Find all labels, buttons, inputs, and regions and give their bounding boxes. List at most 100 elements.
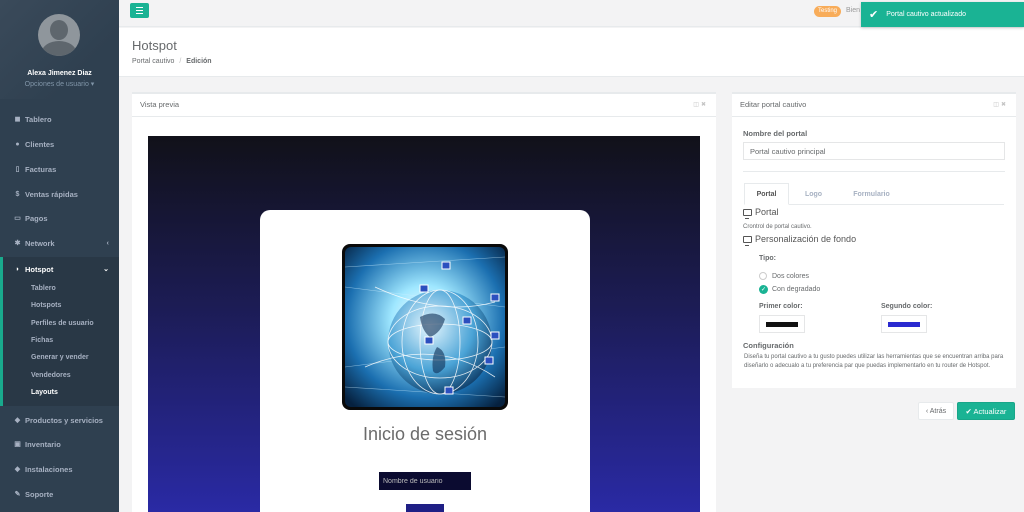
desktop-icon bbox=[743, 235, 752, 246]
status-badge: Testing bbox=[814, 6, 842, 17]
wrench-icon: ✎ bbox=[14, 491, 21, 498]
editor-tabs: Portal Logo Formulario bbox=[744, 183, 1004, 205]
sidebar-item-clientes[interactable]: ● Clientes bbox=[0, 132, 119, 156]
sidebar-item-label: Network bbox=[25, 238, 55, 248]
users-icon: ● bbox=[15, 140, 20, 148]
login-title: Inicio de sesión bbox=[362, 424, 488, 444]
sidebar-hotspot-group: ◗ Hotspot ⌄ Tablero Hotspots Perfiles de… bbox=[0, 257, 119, 406]
sidebar-item-instalaciones[interactable]: ◆ Instalaciones bbox=[0, 457, 119, 481]
preview-panel: Vista previa ◫✖ Inicio de sesión Nombre … bbox=[132, 92, 716, 512]
editor-panel: Editar portal cautivo ◫✖ Nombre del port… bbox=[732, 92, 1016, 388]
tab-formulario[interactable]: Formulario bbox=[839, 183, 904, 205]
success-toast[interactable]: ✔ Portal cautivo actualizado bbox=[861, 2, 1024, 27]
primary-color-label: Primer color: bbox=[759, 303, 803, 310]
profile-area: Alexa Jimenez Diaz Opciones de usuario ▾ bbox=[0, 0, 119, 99]
network-icon: ✱ bbox=[14, 240, 21, 247]
secondary-color-label: Segundo color: bbox=[881, 303, 933, 310]
breadcrumb-current: Edición bbox=[186, 58, 212, 65]
sidebar-item-network[interactable]: ✱ Network ‹ bbox=[0, 231, 119, 255]
chevron-down-icon: ⌄ bbox=[103, 266, 109, 273]
tag-icon: ◆ bbox=[14, 417, 21, 424]
radio-con-degradado[interactable]: ✓ Con degradado bbox=[759, 285, 820, 294]
globe-network-icon bbox=[345, 247, 505, 407]
sidebar-item-productos[interactable]: ◆ Productos y servicios bbox=[0, 408, 119, 432]
page-heading: Hotspot Portal cautivo / Edición bbox=[119, 28, 1024, 77]
sidebar-subitem-layouts[interactable]: Layouts bbox=[31, 389, 58, 396]
menu-toggle-button[interactable] bbox=[130, 3, 149, 18]
background-heading: Personalización de fondo bbox=[743, 234, 856, 246]
sidebar-subitem-vendedores[interactable]: Vendedores bbox=[31, 372, 71, 379]
primary-color-picker[interactable] bbox=[759, 315, 805, 333]
sidebar-item-label: Hotspot bbox=[25, 264, 54, 274]
sidebar-item-label: Soporte bbox=[25, 489, 54, 499]
radio-dos-colores[interactable]: Dos colores bbox=[759, 272, 809, 280]
money-icon: ▭ bbox=[14, 215, 21, 222]
panel-tools: ◫✖ bbox=[993, 101, 1008, 108]
portal-name-input[interactable] bbox=[743, 142, 1005, 160]
breadcrumb-separator: / bbox=[179, 58, 182, 65]
sidebar-item-facturas[interactable]: ▯ Facturas bbox=[0, 157, 119, 181]
username-input[interactable] bbox=[379, 472, 471, 490]
panel-title: Editar portal cautivo bbox=[740, 100, 807, 109]
sidebar-item-label: Productos y servicios bbox=[25, 415, 103, 425]
sidebar: Alexa Jimenez Diaz Opciones de usuario ▾… bbox=[0, 0, 119, 512]
sidebar-item-tablero[interactable]: ◼ Tablero bbox=[0, 107, 119, 131]
portal-preview-canvas: Inicio de sesión bbox=[148, 136, 700, 512]
sidebar-item-label: Pagos bbox=[25, 213, 48, 223]
portal-heading: Portal bbox=[743, 207, 779, 219]
chevron-left-icon: ‹ bbox=[106, 239, 109, 247]
diamond-icon: ◆ bbox=[14, 466, 21, 473]
panel-title: Vista previa bbox=[140, 100, 180, 109]
radio-unchecked-icon bbox=[759, 272, 767, 280]
sidebar-item-label: Instalaciones bbox=[25, 464, 73, 474]
avatar[interactable] bbox=[38, 14, 80, 56]
collapse-icon[interactable]: ◫ bbox=[693, 102, 701, 108]
close-icon[interactable]: ✖ bbox=[701, 102, 708, 108]
sidebar-subitem-generar[interactable]: Generar y vender bbox=[31, 354, 89, 361]
portal-subtitle: Crontrol de portal cautivo. bbox=[743, 224, 812, 230]
portal-logo bbox=[342, 244, 508, 410]
wifi-icon: ◗ bbox=[15, 265, 20, 273]
toast-message: Portal cautivo actualizado bbox=[886, 11, 966, 18]
sidebar-subitem-tablero[interactable]: Tablero bbox=[31, 285, 56, 292]
desktop-icon bbox=[743, 208, 752, 219]
dashboard-icon: ◼ bbox=[14, 116, 21, 123]
sidebar-subitem-fichas[interactable]: Fichas bbox=[31, 337, 53, 344]
type-label: Tipo: bbox=[759, 255, 776, 262]
sidebar-subitem-hotspots[interactable]: Hotspots bbox=[31, 302, 61, 309]
portal-name-label: Nombre del portal bbox=[743, 129, 808, 138]
collapse-icon[interactable]: ◫ bbox=[993, 102, 1001, 108]
page-title: Hotspot bbox=[132, 38, 177, 53]
back-button[interactable]: ‹ Atrás bbox=[918, 402, 954, 420]
user-name: Alexa Jimenez Diaz bbox=[27, 70, 92, 77]
user-options-dropdown[interactable]: Opciones de usuario ▾ bbox=[0, 80, 119, 88]
secondary-color-swatch bbox=[888, 322, 920, 327]
file-icon: ▯ bbox=[15, 166, 20, 173]
sidebar-item-pagos[interactable]: ▭ Pagos bbox=[0, 206, 119, 230]
breadcrumb-link[interactable]: Portal cautivo bbox=[132, 58, 174, 65]
config-description: Diseña tu portal cautivo a tu gusto pued… bbox=[744, 354, 1004, 369]
sidebar-item-inventario[interactable]: ▣ Inventario bbox=[0, 432, 119, 456]
primary-color-swatch bbox=[766, 322, 798, 327]
welcome-text: Bien bbox=[846, 7, 861, 14]
login-button[interactable] bbox=[406, 504, 444, 512]
breadcrumb: Portal cautivo / Edición bbox=[132, 58, 212, 65]
dollar-icon: $ bbox=[15, 190, 20, 198]
login-card: Inicio de sesión bbox=[260, 210, 590, 512]
radio-checked-icon: ✓ bbox=[759, 285, 768, 294]
sidebar-subitem-perfiles[interactable]: Perfiles de usuario bbox=[31, 320, 94, 327]
sidebar-item-label: Facturas bbox=[25, 164, 57, 174]
hamburger-icon bbox=[136, 7, 143, 8]
tab-portal[interactable]: Portal bbox=[744, 183, 789, 205]
cubes-icon: ▣ bbox=[14, 441, 21, 448]
sidebar-item-ventas-rapidas[interactable]: $ Ventas rápidas bbox=[0, 182, 119, 206]
tab-logo[interactable]: Logo bbox=[791, 183, 836, 205]
check-icon: ✔ bbox=[869, 9, 879, 21]
sidebar-item-soporte[interactable]: ✎ Soporte bbox=[0, 482, 119, 506]
sidebar-item-hotspot[interactable]: ◗ Hotspot ⌄ bbox=[0, 257, 119, 281]
close-icon[interactable]: ✖ bbox=[1001, 102, 1008, 108]
update-button[interactable]: ✔ Actualizar bbox=[957, 402, 1015, 420]
secondary-color-picker[interactable] bbox=[881, 315, 927, 333]
sidebar-item-label: Inventario bbox=[25, 439, 61, 449]
sidebar-item-label: Tablero bbox=[25, 114, 52, 124]
